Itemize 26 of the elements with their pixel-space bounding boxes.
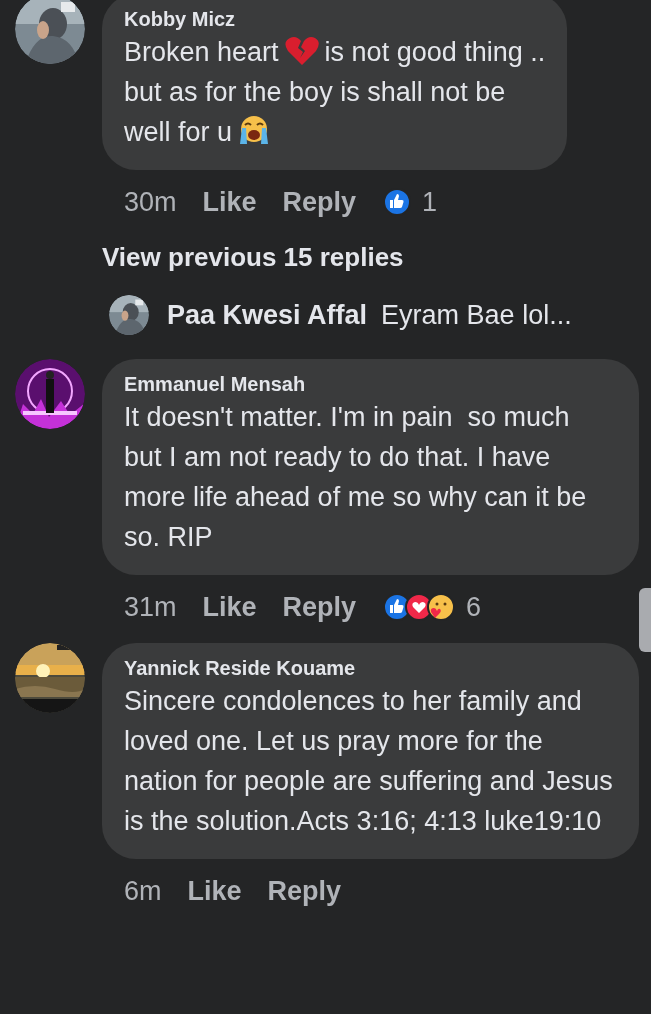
view-replies-link[interactable]: View previous 15 replies [102,242,404,273]
comment-text: well for u [124,117,233,147]
comment-author: Kobby Micz [124,7,237,32]
reaction-count: 1 [422,186,438,218]
like-link[interactable]: Like [202,591,257,623]
like-link[interactable]: Like [202,186,257,218]
reply-link[interactable]: Reply [282,186,357,218]
reply-author: Paa Kwesi Affal [167,299,368,331]
comment-author: Yannick Reside Kouame [124,656,357,681]
reply-link[interactable]: Reply [282,591,357,623]
timestamp: 6m [124,875,162,907]
reply-snippet[interactable]: Eyram Bae lol... [381,299,572,331]
reaction-count: 6 [466,591,482,623]
comment-text: is not good thing .. [324,37,546,67]
reply-link[interactable]: Reply [267,875,342,907]
scrollbar[interactable] [639,588,651,652]
broken-heart-icon [284,36,319,66]
comment-author: Emmanuel Mensah [124,372,307,397]
comment-text: but as for the boy is shall not be [124,77,506,107]
timestamp: 31m [124,591,177,623]
timestamp: 30m [124,186,177,218]
comment-text: It doesn't matter. I'm in pain so much but I am not ready to do that. I have more life ahead of me so why can it be so. RIP [124,401,588,554]
comment-text: Sincere condolences to her family and loved one. Let us pray more for the nation for people are suffering and Jesus is the solution.Acts 3:16; 4:13 luke19:10 [124,685,614,838]
crying-face-icon [238,114,271,146]
comment-text: Broken heart [124,37,279,67]
like-link[interactable]: Like [187,875,242,907]
